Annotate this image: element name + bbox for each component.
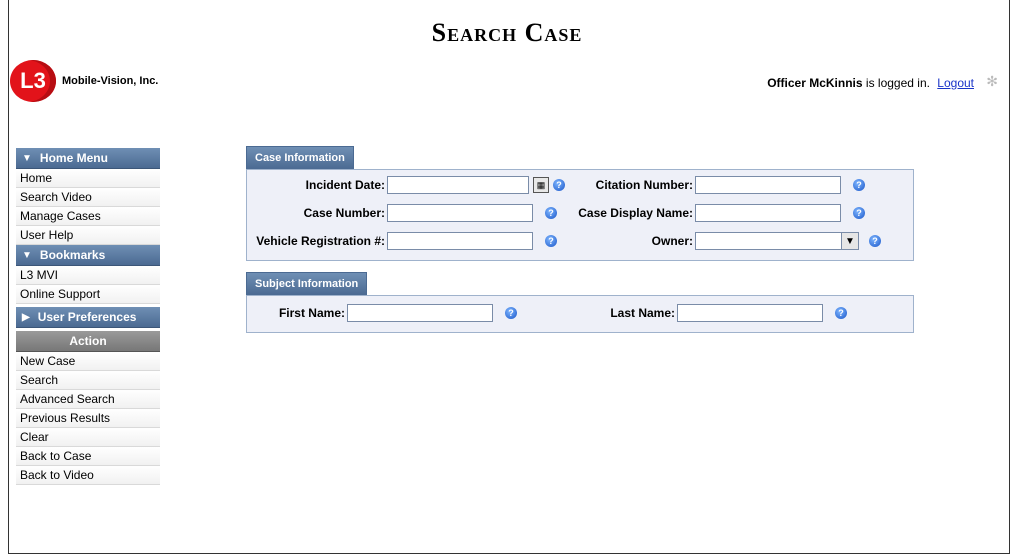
action-back-to-video[interactable]: Back to Video	[16, 466, 160, 485]
case-number-input[interactable]	[387, 204, 533, 222]
help-icon[interactable]: ?	[835, 307, 847, 319]
action-back-to-case[interactable]: Back to Case	[16, 447, 160, 466]
sidebar-item-manage-cases[interactable]: Manage Cases	[16, 207, 160, 226]
expanded-icon: ▼	[22, 249, 32, 261]
case-information-panel: Case Information Incident Date: ▦ ? Cita…	[246, 146, 914, 261]
action-previous-results[interactable]: Previous Results	[16, 409, 160, 428]
action-advanced-search[interactable]: Advanced Search	[16, 390, 160, 409]
user-preferences-label: User Preferences	[37, 310, 137, 324]
action-label: Action	[69, 334, 107, 348]
subject-information-panel: Subject Information First Name: ? Last N…	[246, 272, 914, 333]
expanded-icon: ▼	[22, 152, 32, 164]
user-preferences-header[interactable]: ▶ User Preferences	[16, 307, 160, 328]
login-status: Officer McKinnis is logged in. Logout	[767, 76, 974, 90]
help-icon[interactable]: ?	[553, 179, 565, 191]
case-display-name-label: Case Display Name:	[578, 206, 693, 220]
logout-link[interactable]: Logout	[937, 76, 974, 90]
action-clear[interactable]: Clear	[16, 428, 160, 447]
help-icon[interactable]: ?	[853, 179, 865, 191]
subject-information-tab: Subject Information	[246, 272, 368, 295]
help-icon[interactable]: ?	[505, 307, 517, 319]
incident-date-input[interactable]	[387, 176, 529, 194]
case-number-label: Case Number:	[303, 206, 385, 220]
l3-logo-icon: L3	[10, 60, 56, 102]
sidebar-item-user-help[interactable]: User Help	[16, 226, 160, 245]
case-information-box: Incident Date: ▦ ? Citation Number: ? Ca…	[246, 169, 914, 261]
page-title: Search Case	[431, 18, 583, 47]
chevron-down-icon[interactable]: ▼	[841, 233, 858, 249]
help-icon[interactable]: ?	[545, 207, 557, 219]
sidebar-item-online-support[interactable]: Online Support	[16, 285, 160, 304]
action-new-case[interactable]: New Case	[16, 352, 160, 371]
loading-spinner-icon: ✻	[986, 73, 998, 89]
bookmarks-label: Bookmarks	[39, 248, 106, 262]
owner-label: Owner:	[651, 234, 693, 248]
case-information-tab: Case Information	[246, 146, 354, 169]
last-name-input[interactable]	[677, 304, 823, 322]
first-name-input[interactable]	[347, 304, 493, 322]
help-icon[interactable]: ?	[853, 207, 865, 219]
last-name-label: Last Name:	[610, 306, 675, 320]
home-menu-label: Home Menu	[39, 151, 108, 165]
collapsed-icon: ▶	[22, 311, 30, 323]
user-name: Officer McKinnis	[767, 76, 863, 90]
action-search[interactable]: Search	[16, 371, 160, 390]
vehicle-registration-label: Vehicle Registration #:	[256, 234, 385, 248]
citation-number-label: Citation Number:	[595, 178, 693, 192]
first-name-label: First Name:	[278, 306, 345, 320]
sidebar-item-l3-mvi[interactable]: L3 MVI	[16, 266, 160, 285]
vehicle-registration-input[interactable]	[387, 232, 533, 250]
subject-information-box: First Name: ? Last Name: ?	[246, 295, 914, 333]
help-icon[interactable]: ?	[545, 235, 557, 247]
company-name: Mobile-Vision, Inc.	[62, 75, 159, 87]
citation-number-input[interactable]	[695, 176, 841, 194]
case-display-name-input[interactable]	[695, 204, 841, 222]
bookmarks-header[interactable]: ▼ Bookmarks	[16, 245, 160, 266]
company-logo: L3 Mobile-Vision, Inc.	[10, 60, 158, 102]
calendar-icon[interactable]: ▦	[533, 177, 549, 193]
home-menu-header[interactable]: ▼ Home Menu	[16, 148, 160, 169]
help-icon[interactable]: ?	[869, 235, 881, 247]
sidebar: ▼ Home Menu Home Search Video Manage Cas…	[16, 148, 160, 485]
action-header: Action	[16, 331, 160, 352]
owner-select[interactable]: ▼	[695, 232, 859, 250]
sidebar-item-search-video[interactable]: Search Video	[16, 188, 160, 207]
sidebar-item-home[interactable]: Home	[16, 169, 160, 188]
incident-date-label: Incident Date:	[305, 178, 385, 192]
login-status-text: is logged in.	[865, 76, 930, 90]
